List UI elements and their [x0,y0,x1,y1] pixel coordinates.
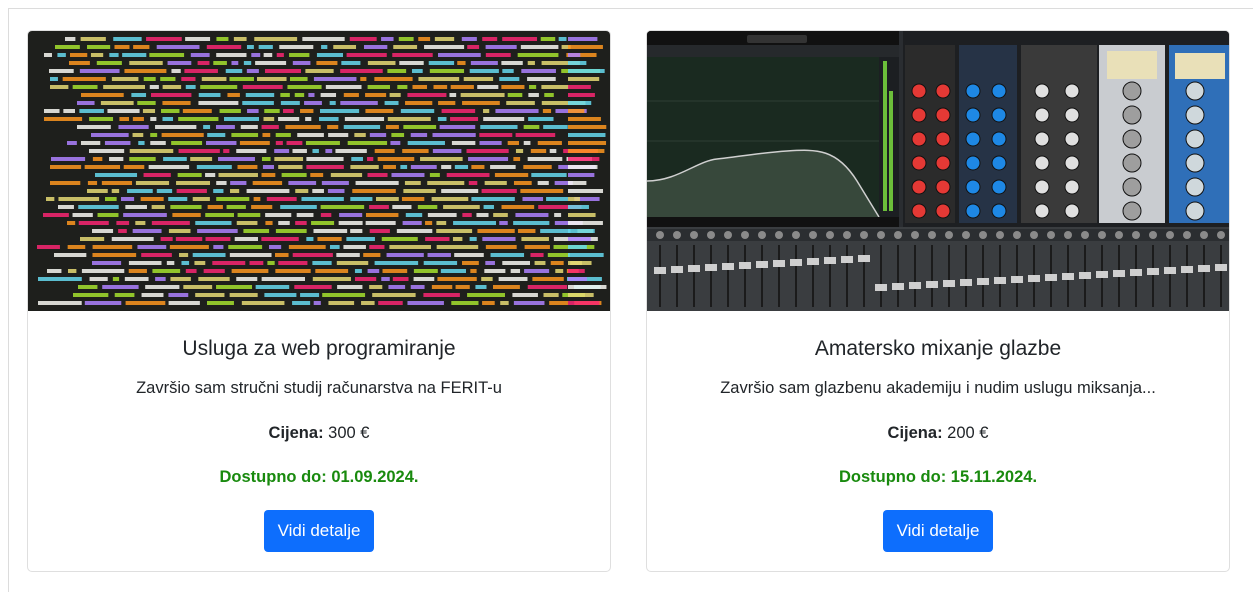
card-price: Cijena: 300 € [28,422,610,444]
availability-date: Dostupno do: 15.11.2024. [838,468,1038,486]
card-title: Amatersko mixanje glazbe [814,337,1062,360]
card-price: Cijena: 200 € [647,422,1229,444]
card-image-mixer[interactable] [647,31,1229,311]
view-details-button[interactable]: Vidi detalje [263,510,375,552]
service-card-music-mixing: Amatersko mixanje glazbe Završio sam gla… [646,30,1230,572]
service-card-web-programming: Usluga za web programiranje Završio sam … [27,30,611,572]
card-image-code[interactable] [28,31,610,311]
card-description: Završio sam glazbenu akademiju i nudim u… [720,379,1156,397]
price-value: 200 € [947,424,989,442]
card-title: Usluga za web programiranje [182,337,456,360]
card-description: Završio sam stručni studij računarstva n… [136,379,502,397]
price-label: Cijena: [268,424,324,442]
view-details-button[interactable]: Vidi detalje [882,510,994,552]
mixing-console-image [647,31,1229,311]
price-value: 300 € [328,424,370,442]
price-label: Cijena: [887,424,943,442]
availability-date: Dostupno do: 01.09.2024. [219,468,419,486]
code-screenshot-image [28,31,610,311]
